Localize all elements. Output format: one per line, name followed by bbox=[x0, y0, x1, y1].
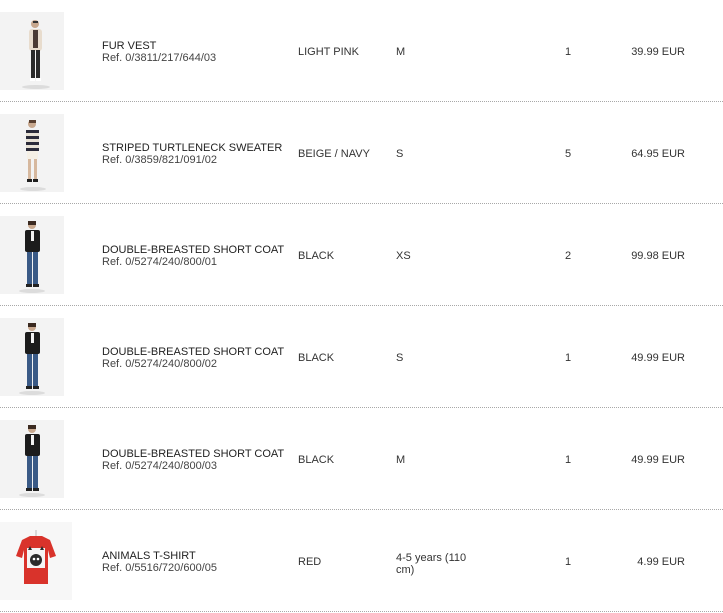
product-size: XS bbox=[396, 250, 411, 262]
product-quantity: 1 bbox=[565, 46, 572, 58]
product-color: RED bbox=[298, 556, 322, 568]
product-photo-short-coat[interactable] bbox=[0, 216, 64, 294]
product-color: BLACK bbox=[298, 352, 335, 364]
order-item-row: ANIMALS T-SHIRT Ref. 0/5516/720/600/05 R… bbox=[0, 510, 723, 612]
product-color: BLACK bbox=[298, 454, 335, 466]
order-item-row: FUR VEST Ref. 0/3811/217/644/03 LIGHT PI… bbox=[0, 0, 723, 102]
product-ref: Ref. 0/3811/217/644/03 bbox=[102, 52, 217, 64]
product-color: LIGHT PINK bbox=[298, 46, 359, 58]
product-photo-striped-turtleneck[interactable] bbox=[0, 114, 64, 192]
product-price: 64.95 EUR bbox=[631, 148, 685, 160]
product-size: 4-5 years (110 cm) bbox=[396, 552, 467, 576]
product-info: DOUBLE-BREASTED SHORT COAT Ref. 0/5274/2… bbox=[102, 346, 292, 370]
product-price: 49.99 EUR bbox=[631, 454, 685, 466]
product-ref: Ref. 0/5274/240/800/01 bbox=[102, 256, 217, 268]
product-photo-fur-vest-icon bbox=[0, 12, 64, 90]
product-photo-short-coat-icon bbox=[0, 318, 64, 396]
product-info: ANIMALS T-SHIRT Ref. 0/5516/720/600/05 bbox=[102, 550, 292, 574]
product-name[interactable]: STRIPED TURTLENECK SWEATER bbox=[102, 142, 292, 154]
product-price: 39.99 EUR bbox=[631, 46, 685, 58]
product-price: 99.98 EUR bbox=[631, 250, 685, 262]
product-photo-short-coat[interactable] bbox=[0, 318, 64, 396]
product-size: S bbox=[396, 352, 404, 364]
order-items-list: FUR VEST Ref. 0/3811/217/644/03 LIGHT PI… bbox=[0, 0, 723, 612]
product-size: S bbox=[396, 148, 404, 160]
product-photo-fur-vest[interactable] bbox=[0, 12, 64, 90]
product-name[interactable]: DOUBLE-BREASTED SHORT COAT bbox=[102, 346, 292, 358]
order-item-row: STRIPED TURTLENECK SWEATER Ref. 0/3859/8… bbox=[0, 102, 723, 204]
product-color: BLACK bbox=[298, 250, 335, 262]
product-ref: Ref. 0/5274/240/800/03 bbox=[102, 460, 217, 472]
product-quantity: 5 bbox=[565, 148, 572, 160]
product-price: 49.99 EUR bbox=[631, 352, 685, 364]
order-item-row: DOUBLE-BREASTED SHORT COAT Ref. 0/5274/2… bbox=[0, 408, 723, 510]
product-price: 4.99 EUR bbox=[637, 556, 685, 568]
product-photo-short-coat[interactable] bbox=[0, 420, 64, 498]
product-photo-animals-tshirt-icon bbox=[0, 522, 72, 600]
product-size: M bbox=[396, 454, 406, 466]
product-photo-striped-turtleneck-icon bbox=[0, 114, 64, 192]
product-name[interactable]: DOUBLE-BREASTED SHORT COAT bbox=[102, 448, 292, 460]
product-info: STRIPED TURTLENECK SWEATER Ref. 0/3859/8… bbox=[102, 142, 292, 166]
product-photo-short-coat-icon bbox=[0, 420, 64, 498]
product-quantity: 1 bbox=[565, 352, 572, 364]
product-name[interactable]: FUR VEST bbox=[102, 40, 292, 52]
product-info: FUR VEST Ref. 0/3811/217/644/03 bbox=[102, 40, 292, 64]
product-ref: Ref. 0/5516/720/600/05 bbox=[102, 562, 217, 574]
order-item-row: DOUBLE-BREASTED SHORT COAT Ref. 0/5274/2… bbox=[0, 306, 723, 408]
product-photo-short-coat-icon bbox=[0, 216, 64, 294]
product-name[interactable]: DOUBLE-BREASTED SHORT COAT bbox=[102, 244, 292, 256]
product-ref: Ref. 0/3859/821/091/02 bbox=[102, 154, 217, 166]
product-quantity: 1 bbox=[565, 556, 572, 568]
product-quantity: 1 bbox=[565, 454, 572, 466]
product-photo-animals-tshirt[interactable] bbox=[0, 522, 72, 600]
product-ref: Ref. 0/5274/240/800/02 bbox=[102, 358, 217, 370]
product-name[interactable]: ANIMALS T-SHIRT bbox=[102, 550, 292, 562]
product-info: DOUBLE-BREASTED SHORT COAT Ref. 0/5274/2… bbox=[102, 448, 292, 472]
product-info: DOUBLE-BREASTED SHORT COAT Ref. 0/5274/2… bbox=[102, 244, 292, 268]
product-size: M bbox=[396, 46, 406, 58]
product-color: BEIGE / NAVY bbox=[298, 148, 370, 160]
product-quantity: 2 bbox=[565, 250, 572, 262]
order-item-row: DOUBLE-BREASTED SHORT COAT Ref. 0/5274/2… bbox=[0, 204, 723, 306]
